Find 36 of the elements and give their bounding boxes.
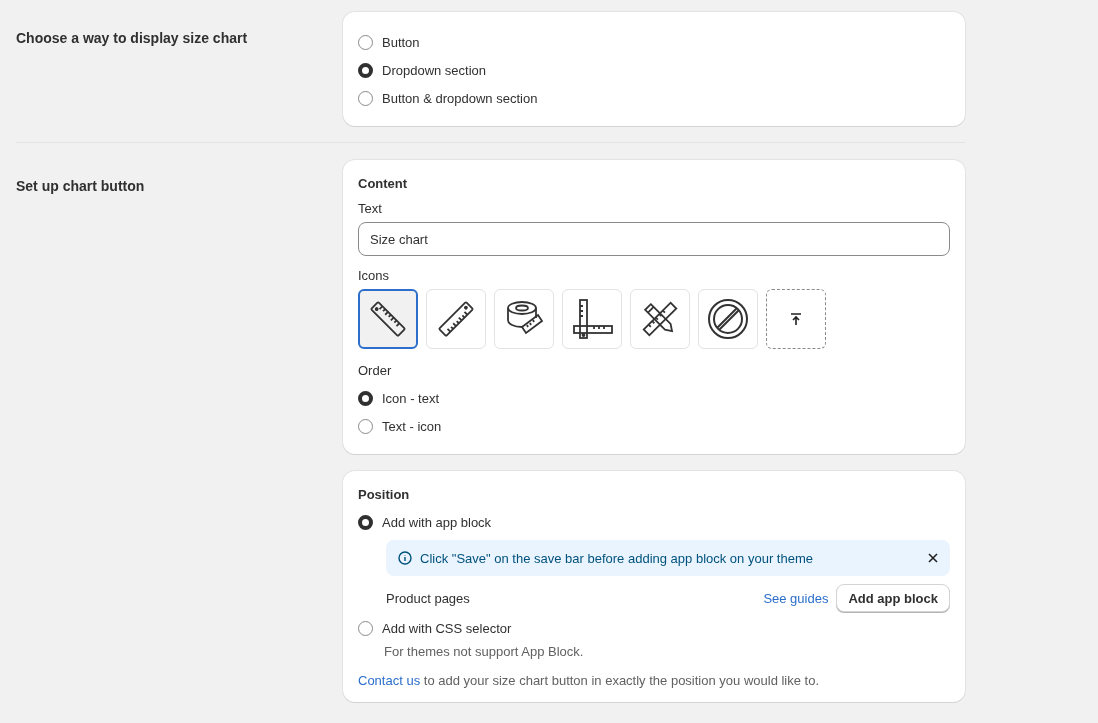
radio-button[interactable] (358, 34, 373, 50)
radio-button[interactable] (358, 62, 373, 78)
card-heading: Content (358, 176, 409, 191)
radio-label: Text - icon (382, 418, 442, 434)
field-label: Order (358, 363, 393, 378)
section-title: Choose a way to display size chart (16, 29, 249, 48)
radio-button[interactable] (358, 390, 373, 406)
guides-link[interactable]: See guides (763, 590, 829, 606)
upload-button[interactable] (766, 289, 826, 349)
radio-button[interactable] (358, 620, 373, 636)
section-title: Set up chart button (16, 177, 146, 196)
radio-label: Add with CSS selector (382, 620, 512, 636)
help-text: Contact us to add your size chart button in exactly the position you would like to. (358, 673, 821, 688)
icon-option[interactable] (358, 289, 418, 349)
radio-label: Button & dropdown section (382, 90, 538, 106)
page-label: Product pages (386, 590, 470, 606)
field-label: Text (358, 201, 383, 216)
field-label: Icons (358, 268, 391, 283)
radio-label: Dropdown section (382, 62, 487, 78)
prohibited-icon (706, 297, 750, 341)
radio-label: Icon - text (382, 390, 440, 406)
radio-button[interactable] (358, 514, 373, 530)
contact-link[interactable]: Contact us (358, 673, 421, 688)
card-heading: Position (358, 487, 411, 502)
upload-icon (789, 312, 803, 326)
close-icon[interactable] (928, 553, 938, 563)
banner-text: Click "Save" on the save bar before adding app block on your theme (420, 550, 814, 566)
radio-label: Button (382, 34, 420, 50)
info-icon (398, 551, 412, 565)
help-text: For themes not support App Block. (383, 644, 585, 659)
radio-label: Add with app block (382, 514, 492, 530)
square-ruler-icon (570, 297, 614, 341)
text-input-field[interactable]: Size chart (358, 222, 950, 256)
add-app-block-button[interactable]: Add app block (836, 584, 950, 612)
radio-button[interactable] (358, 418, 373, 434)
radio-button[interactable] (358, 90, 373, 106)
